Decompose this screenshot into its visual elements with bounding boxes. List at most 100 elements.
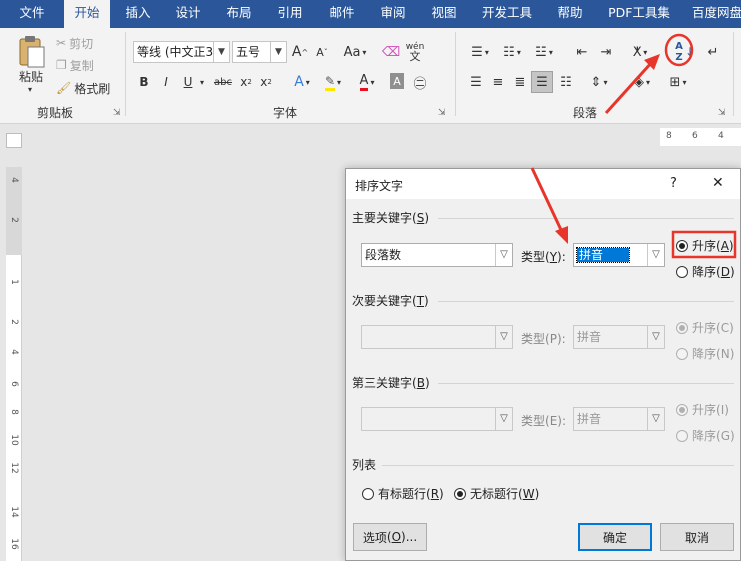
justify-icon[interactable]: ☰ bbox=[531, 71, 553, 93]
font-color-button[interactable]: A ▾ bbox=[354, 72, 380, 92]
close-button[interactable]: ✕ bbox=[712, 175, 724, 191]
secondary-ascending-radio[interactable]: 升序(C) bbox=[676, 319, 734, 336]
chevron-down-icon[interactable]: ▼ bbox=[213, 42, 229, 62]
tab-file[interactable]: 文件 bbox=[10, 0, 54, 28]
paste-icon[interactable] bbox=[14, 34, 48, 70]
horizontal-ruler: 8 6 4 bbox=[660, 128, 741, 146]
chevron-down-icon[interactable]: ▽ bbox=[495, 408, 512, 430]
primary-ascending-radio[interactable]: 升序(A) bbox=[676, 237, 734, 254]
font-name-combo[interactable]: 等线 (中文正3 ▼ bbox=[133, 41, 230, 63]
change-case-button[interactable]: Aa ▾ bbox=[340, 42, 370, 62]
paragraph-launcher-icon[interactable]: ⇲ bbox=[718, 108, 726, 118]
paste-dropdown-icon[interactable]: ▾ bbox=[22, 84, 38, 94]
header-row-radio[interactable]: 有标题行(R) bbox=[362, 485, 444, 502]
tertiary-ascending-radio[interactable]: 升序(I) bbox=[676, 401, 729, 418]
tab-insert[interactable]: 插入 bbox=[118, 0, 158, 28]
enclose-characters-icon[interactable]: ㊁ bbox=[411, 72, 429, 92]
increase-indent-icon[interactable]: ⇥ bbox=[596, 42, 616, 62]
character-shading-button[interactable]: A bbox=[390, 73, 404, 89]
format-painter-button[interactable]: 🖌 格式刷 bbox=[56, 79, 110, 97]
chevron-down-icon[interactable]: ▽ bbox=[647, 244, 664, 266]
borders-button[interactable]: ⊞ ▾ bbox=[664, 72, 692, 92]
shrink-font-button[interactable]: Aˇ bbox=[314, 42, 330, 62]
bold-button[interactable]: B bbox=[136, 72, 152, 92]
tab-developer[interactable]: 开发工具 bbox=[476, 0, 538, 28]
options-button[interactable]: 选项(O)... bbox=[353, 523, 427, 551]
chevron-down-icon[interactable]: ▽ bbox=[495, 326, 512, 348]
primary-type-select[interactable]: 拼音 ▽ bbox=[573, 243, 665, 267]
list-label: 列表 bbox=[352, 458, 377, 472]
ok-button[interactable]: 确定 bbox=[578, 523, 652, 551]
secondary-type-select[interactable]: 拼音 ▽ bbox=[573, 325, 665, 349]
font-size-combo[interactable]: 五号 ▼ bbox=[232, 41, 287, 63]
text-effects-button[interactable]: A ▾ bbox=[289, 72, 315, 92]
cancel-button[interactable]: 取消 bbox=[660, 523, 734, 551]
text-effects-icon: A bbox=[294, 74, 304, 90]
distributed-icon[interactable]: ☷ bbox=[556, 72, 576, 92]
numbering-button[interactable]: ☷ ▾ bbox=[498, 42, 526, 62]
bullets-button[interactable]: ☰ ▾ bbox=[466, 42, 494, 62]
tab-layout[interactable]: 布局 bbox=[219, 0, 259, 28]
tab-design[interactable]: 设计 bbox=[168, 0, 208, 28]
italic-button[interactable]: I bbox=[158, 72, 174, 92]
strikethrough-button[interactable]: abc bbox=[212, 72, 234, 92]
ruler-number: 1 bbox=[9, 279, 19, 285]
cut-button[interactable]: ✂ 剪切 bbox=[56, 34, 93, 52]
chevron-down-icon[interactable]: ▼ bbox=[270, 42, 286, 62]
line-spacing-button[interactable]: ⇕ ▾ bbox=[585, 72, 613, 92]
tab-mailings[interactable]: 邮件 bbox=[322, 0, 362, 28]
tab-review[interactable]: 审阅 bbox=[373, 0, 413, 28]
tertiary-key-select[interactable]: ▽ bbox=[361, 407, 513, 431]
bullets-icon: ☰ bbox=[471, 44, 483, 60]
align-center-icon[interactable]: ≡ bbox=[488, 72, 508, 92]
decrease-indent-icon[interactable]: ⇤ bbox=[572, 42, 592, 62]
font-launcher-icon[interactable]: ⇲ bbox=[438, 108, 446, 118]
underline-button[interactable]: U bbox=[180, 72, 196, 92]
header-row-label: 有标题行 bbox=[378, 487, 427, 501]
tab-references[interactable]: 引用 bbox=[270, 0, 310, 28]
ruler-toggle-icon[interactable] bbox=[6, 133, 22, 148]
grow-font-icon: A bbox=[291, 44, 302, 60]
superscript-button[interactable]: x2 bbox=[258, 72, 274, 92]
primary-descending-radio[interactable]: 降序(D) bbox=[676, 263, 735, 280]
multilevel-list-button[interactable]: ☳ ▾ bbox=[530, 42, 558, 62]
secondary-key-select[interactable]: ▽ bbox=[361, 325, 513, 349]
separator bbox=[733, 32, 734, 116]
tertiary-type-value: 拼音 bbox=[577, 412, 602, 426]
vertical-ruler: 4 2 1 2 4 6 8 10 12 14 16 bbox=[6, 167, 22, 561]
copy-button[interactable]: ❐ 复制 bbox=[56, 56, 94, 74]
ruler-number: 8 bbox=[9, 409, 19, 415]
tertiary-descending-radio[interactable]: 降序(G) bbox=[676, 427, 735, 444]
chevron-down-icon[interactable]: ▽ bbox=[647, 326, 664, 348]
align-left-icon[interactable]: ☰ bbox=[466, 72, 486, 92]
chevron-down-icon[interactable]: ▽ bbox=[647, 408, 664, 430]
show-marks-icon[interactable]: ↵ bbox=[703, 42, 723, 62]
underline-dropdown-icon[interactable]: ▾ bbox=[197, 72, 207, 92]
separator bbox=[125, 32, 126, 116]
tab-home[interactable]: 开始 bbox=[64, 0, 110, 28]
chevron-down-icon[interactable]: ▽ bbox=[495, 244, 512, 266]
highlight-button[interactable]: ✎ ▾ bbox=[320, 72, 346, 92]
superscript-icon: x bbox=[260, 75, 268, 89]
chinese-layout-button[interactable]: ⵅ ▾ bbox=[626, 42, 654, 62]
shading-button[interactable]: ◈ ▾ bbox=[628, 72, 656, 92]
paste-button[interactable]: 粘贴 bbox=[14, 68, 48, 84]
pinyin-guide-button[interactable]: wén 文 bbox=[404, 40, 426, 64]
dialog-titlebar: 排序文字 ? ✕ bbox=[346, 169, 740, 199]
clipboard-launcher-icon[interactable]: ⇲ bbox=[113, 108, 121, 118]
no-header-row-radio[interactable]: 无标题行(W) bbox=[454, 485, 539, 502]
align-right-icon[interactable]: ≣ bbox=[510, 72, 530, 92]
help-button[interactable]: ? bbox=[670, 176, 677, 191]
tab-view[interactable]: 视图 bbox=[424, 0, 464, 28]
secondary-descending-radio[interactable]: 降序(N) bbox=[676, 345, 734, 362]
primary-key-label: 主要关键字(S) bbox=[352, 211, 430, 225]
subscript-button[interactable]: x2 bbox=[238, 72, 254, 92]
tertiary-type-select[interactable]: 拼音 ▽ bbox=[573, 407, 665, 431]
tab-pdf-tools[interactable]: PDF工具集 bbox=[602, 0, 676, 28]
clear-formatting-icon[interactable]: ⌫ bbox=[382, 42, 400, 62]
primary-key-select[interactable]: 段落数 ▽ bbox=[361, 243, 513, 267]
radio-unchecked-icon bbox=[676, 347, 688, 360]
grow-font-button[interactable]: A ^ bbox=[292, 42, 308, 62]
tab-help[interactable]: 帮助 bbox=[550, 0, 590, 28]
tab-baidu-netdisk[interactable]: 百度网盘 bbox=[686, 0, 741, 28]
